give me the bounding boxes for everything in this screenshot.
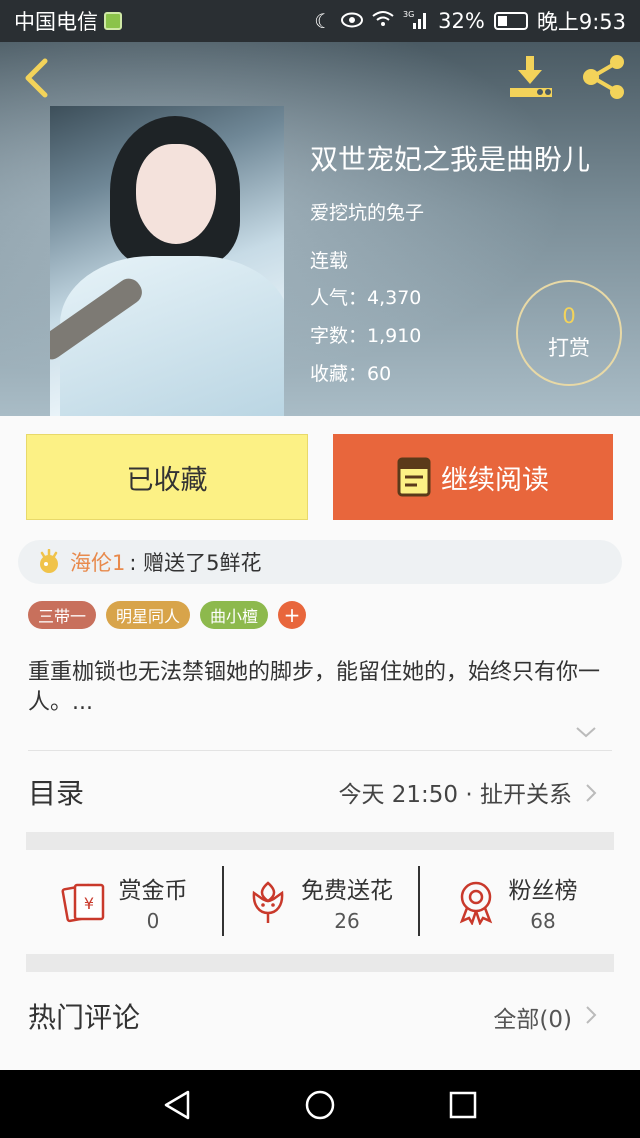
reward-count: 0: [562, 304, 576, 328]
reward-label: 打赏: [548, 336, 590, 360]
tag-item[interactable]: 明星同人: [106, 601, 191, 629]
carrier-name: 中国电信: [14, 10, 98, 34]
book-cover-image[interactable]: [50, 106, 284, 416]
coins-value: 0: [146, 909, 160, 933]
coins-stat[interactable]: ¥ 赏金币 0: [26, 850, 222, 954]
reward-button[interactable]: 0 打赏: [516, 280, 622, 386]
book-author[interactable]: 爱挖坑的兔子: [310, 198, 424, 225]
wifi-icon: [372, 9, 394, 33]
toc-label: 目录: [28, 777, 85, 810]
carrier: 中国电信: [14, 6, 122, 36]
fans-label: 粉丝榜: [508, 878, 578, 904]
word-count-stat: 字数：1,910: [310, 325, 422, 347]
coins-label: 赏金币: [118, 878, 188, 904]
book-detail-page: 中国电信 ☾ 3G 32% 晚上9:53 双世宠妃之我是曲盼儿 爱挖坑的兔子 连…: [0, 0, 640, 1138]
tag-list: 三带一 明星同人 曲小檀 +: [28, 600, 307, 630]
fans-value: 68: [530, 909, 556, 933]
clock: 晚上9:53: [536, 10, 626, 34]
status-bar: 中国电信 ☾ 3G 32% 晚上9:53: [0, 0, 640, 42]
system-nav-bar: [0, 1070, 640, 1138]
chevron-down-icon: [576, 727, 596, 738]
battery-icon: [493, 12, 528, 30]
flower-gift-icon: [40, 549, 58, 573]
flower-icon: [252, 881, 284, 923]
toc-row[interactable]: 目录 今天 21:50 · 扯开关系: [0, 752, 640, 832]
continue-reading-label: 继续阅读: [441, 464, 549, 496]
svg-text:3G: 3G: [403, 10, 414, 19]
share-icon: [583, 55, 624, 99]
chevron-right-icon: [586, 1006, 597, 1024]
book-header: 双世宠妃之我是曲盼儿 爱挖坑的兔子 连载 人气：4,370 字数：1,910 收…: [0, 42, 640, 416]
comments-header[interactable]: 热门评论 全部(0): [0, 980, 640, 1050]
latest-chapter: 今天 21:50 · 扯开关系: [338, 782, 572, 808]
gift-banner[interactable]: 海伦1 : 赠送了5鲜花: [18, 540, 622, 584]
back-triangle-icon[interactable]: [160, 1088, 194, 1122]
favorited-label: 已收藏: [126, 464, 208, 496]
gift-message: : 赠送了5鲜花: [129, 551, 262, 575]
eye-icon: [341, 9, 364, 33]
continue-reading-button[interactable]: 继续阅读: [333, 434, 613, 520]
fans-stat[interactable]: 粉丝榜 68: [418, 850, 614, 954]
moon-icon: ☾: [314, 9, 333, 33]
battery-percent: 32%: [438, 9, 485, 33]
download-icon: [510, 56, 552, 97]
chevron-right-icon: [586, 784, 597, 802]
section-separator: [26, 832, 614, 850]
flowers-label: 免费送花: [301, 878, 393, 904]
section-separator: [26, 954, 614, 972]
back-button[interactable]: [14, 56, 58, 100]
tag-item[interactable]: 曲小檀: [200, 601, 269, 629]
add-tag-button[interactable]: +: [278, 601, 307, 629]
medal-icon: [459, 881, 492, 925]
svg-text:¥: ¥: [83, 894, 93, 913]
book-title: 双世宠妃之我是曲盼儿: [310, 143, 591, 176]
tag-item[interactable]: 三带一: [28, 601, 97, 629]
book-synopsis: 重重枷锁也无法禁锢她的脚步，能留住她的，始终只有你一人。...: [28, 660, 601, 715]
stats-row: ¥ 赏金币 0 免费送花 26 粉丝榜 68: [26, 850, 614, 954]
home-circle-icon[interactable]: [303, 1088, 337, 1122]
flowers-stat[interactable]: 免费送花 26: [222, 850, 418, 954]
divider: [28, 750, 612, 751]
book-status: 连载: [310, 250, 349, 272]
flowers-value: 26: [334, 909, 360, 933]
favorited-button[interactable]: 已收藏: [26, 434, 308, 520]
book-icon: [397, 457, 431, 497]
gift-user[interactable]: 海伦1: [70, 547, 125, 577]
signal-icon: 3G: [403, 9, 429, 34]
hot-comments-label: 热门评论: [28, 1001, 141, 1034]
all-comments-link[interactable]: 全部(0): [493, 1000, 572, 1034]
status-icons: ☾ 3G 32% 晚上9:53: [314, 6, 626, 36]
expand-synopsis-button[interactable]: [574, 722, 598, 742]
sim-icon: [104, 12, 122, 30]
recents-square-icon[interactable]: [446, 1088, 480, 1122]
download-button[interactable]: [506, 52, 558, 102]
chevron-left-icon: [25, 58, 48, 98]
popularity-stat: 人气：4,370: [310, 287, 422, 309]
red-envelope-icon: ¥: [61, 883, 104, 923]
share-button[interactable]: [578, 52, 630, 102]
favorites-stat: 收藏：60: [310, 363, 392, 385]
